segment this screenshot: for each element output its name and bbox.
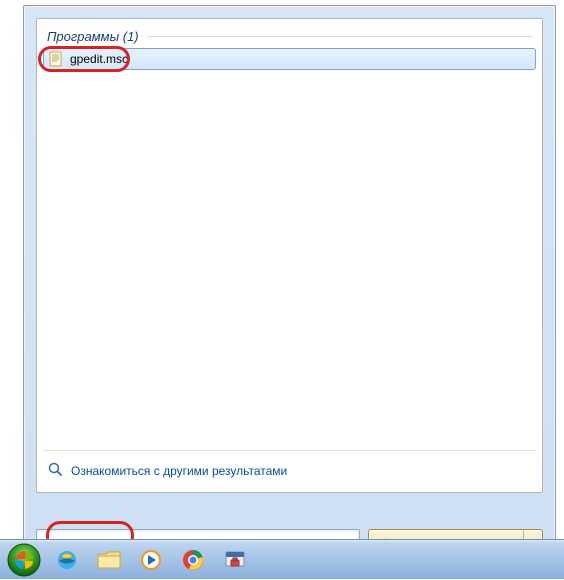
chrome-icon[interactable]	[173, 544, 213, 576]
explorer-icon[interactable]	[89, 544, 129, 576]
section-title: Программы (1)	[47, 29, 139, 44]
programs-section-header: Программы (1)	[43, 29, 536, 44]
search-icon	[47, 461, 63, 480]
wmp-icon[interactable]	[131, 544, 171, 576]
results-separator	[43, 450, 536, 451]
start-menu-panel: Программы (1) gpedit.msc	[23, 5, 556, 574]
more-results-link[interactable]: Ознакомиться с другими результатами	[43, 457, 536, 484]
search-results-panel: Программы (1) gpedit.msc	[36, 18, 543, 493]
ie-icon[interactable]	[47, 544, 87, 576]
msc-document-icon	[48, 51, 64, 67]
taskbar	[0, 539, 564, 579]
results-spacer	[43, 70, 536, 444]
search-result-gpedit[interactable]: gpedit.msc	[43, 48, 536, 70]
more-results-label: Ознакомиться с другими результатами	[71, 464, 287, 478]
section-divider	[147, 36, 532, 37]
system-tool-icon[interactable]	[215, 544, 255, 576]
result-label: gpedit.msc	[70, 52, 128, 66]
start-button[interactable]	[2, 540, 46, 580]
